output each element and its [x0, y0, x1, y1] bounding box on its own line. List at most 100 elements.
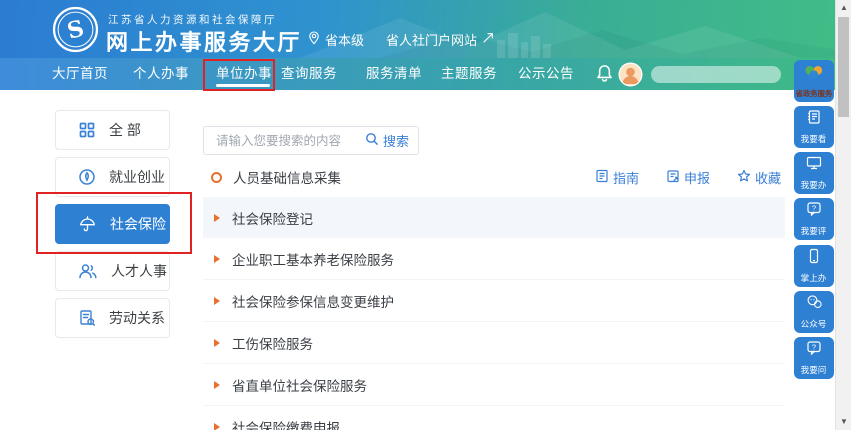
search-input[interactable] — [214, 132, 365, 149]
rail-button-gov-service[interactable]: 省政务服务 — [794, 60, 834, 102]
grid-icon — [78, 121, 96, 139]
expand-triangle-icon — [214, 213, 220, 222]
rail-button-ask[interactable]: ? 我要问 — [794, 337, 834, 379]
expand-triangle-icon — [214, 422, 220, 430]
portal-link-label: 省人社门户网站 — [386, 33, 478, 48]
external-link-icon — [482, 32, 494, 47]
document-search-icon — [78, 309, 96, 327]
sidebar-item-labor-relations[interactable]: 劳动关系 — [55, 298, 170, 338]
expand-triangle-icon — [214, 254, 220, 263]
guide-link[interactable]: 指南 — [595, 168, 639, 187]
portal-site-link[interactable]: 省人社门户网站 — [386, 30, 494, 49]
category-label: 社会保险参保信息变更维护 — [232, 294, 394, 310]
monitor-icon — [806, 155, 822, 176]
nav-tab-theme[interactable]: 主题服务 — [441, 58, 497, 90]
region-label: 省本级 — [325, 33, 365, 48]
category-row-social-insurance-registration[interactable]: 社会保险登记 — [203, 197, 785, 238]
guide-link-label: 指南 — [612, 170, 639, 186]
agency-logo-icon: S — [52, 6, 99, 58]
phone-icon — [806, 248, 822, 269]
expand-triangle-icon — [214, 338, 220, 347]
favorite-link-label: 收藏 — [754, 170, 781, 186]
category-label: 社会保险登记 — [232, 211, 313, 227]
star-icon — [737, 169, 751, 186]
category-row-pension-service[interactable]: 企业职工基本养老保险服务 — [203, 238, 785, 280]
sidebar-item-social-insurance[interactable]: 社会保险 — [55, 204, 170, 244]
featured-service-title[interactable]: 人员基础信息采集 — [233, 167, 341, 187]
category-label: 社会保险缴费申报 — [232, 420, 340, 430]
sidebar-item-label: 人才人事 — [111, 263, 167, 279]
sidebar-item-label: 全 部 — [109, 122, 141, 138]
category-label: 工伤保险服务 — [232, 336, 313, 352]
svg-text:?: ? — [812, 342, 816, 351]
location-pin-icon — [308, 31, 320, 48]
header-banner: S 江苏省人力资源和社会保障厅 网上办事服务大厅 省本级 省人社门户网站 — [0, 0, 851, 58]
rail-button-label: 我要办 — [801, 180, 827, 190]
declare-icon — [666, 169, 680, 186]
notification-bell-icon[interactable] — [594, 63, 615, 89]
active-tab-underline — [216, 84, 270, 87]
rail-button-evaluate[interactable]: ? 我要评 — [794, 198, 834, 240]
search-icon — [365, 132, 379, 149]
nav-tab-personal[interactable]: 个人办事 — [133, 58, 189, 90]
page: S 江苏省人力资源和社会保障厅 网上办事服务大厅 省本级 省人社门户网站 大厅首… — [0, 0, 851, 430]
gov-service-logo-icon — [803, 64, 825, 86]
search-button-label: 搜索 — [382, 134, 409, 149]
rail-button-label: 公众号 — [801, 319, 827, 329]
nav-tab-query[interactable]: 查询服务 — [281, 58, 337, 90]
category-row-info-change[interactable]: 社会保险参保信息变更维护 — [203, 280, 785, 322]
declare-link[interactable]: 申报 — [666, 168, 710, 187]
expand-triangle-icon — [214, 296, 220, 305]
user-avatar[interactable] — [618, 62, 643, 87]
rail-button-handle[interactable]: 我要办 — [794, 152, 834, 194]
orange-bullet-icon — [211, 171, 222, 183]
declare-link-label: 申报 — [683, 170, 710, 186]
rail-button-label: 省政务服务 — [795, 88, 833, 98]
rail-button-label: 掌上办 — [801, 273, 827, 283]
portal-title: 网上办事服务大厅 — [106, 30, 303, 55]
sidebar-item-label: 劳动关系 — [109, 310, 165, 326]
category-row-provincial-unit[interactable]: 省直单位社会保险服务 — [203, 364, 785, 406]
nav-tab-home[interactable]: 大厅首页 — [52, 58, 108, 90]
service-search-box: 搜索 — [203, 126, 419, 155]
sidebar-item-label: 就业创业 — [109, 169, 165, 185]
sidebar-item-talent[interactable]: 人才人事 — [55, 251, 170, 291]
nav-tab-notice[interactable]: 公示公告 — [518, 58, 574, 90]
region-selector[interactable]: 省本级 — [308, 30, 364, 49]
rail-button-label: 我要评 — [801, 226, 827, 236]
favorite-link[interactable]: 收藏 — [737, 168, 781, 187]
scrollbar-down-arrow[interactable]: ▼ — [836, 414, 851, 430]
username-redacted[interactable] — [651, 66, 781, 83]
question-bubble-icon: ? — [806, 340, 822, 361]
scrollbar-up-arrow[interactable]: ▲ — [836, 0, 851, 16]
rail-button-label: 我要问 — [801, 365, 827, 375]
svg-text:?: ? — [812, 203, 816, 212]
category-row-payment-declare[interactable]: 社会保险缴费申报 — [203, 406, 785, 430]
rail-button-mobile[interactable]: 掌上办 — [794, 245, 834, 287]
category-label: 企业职工基本养老保险服务 — [232, 252, 394, 268]
rail-button-read[interactable]: 我要看 — [794, 106, 834, 148]
question-bubble-icon: ? — [806, 201, 822, 222]
rail-button-wechat[interactable]: 公众号 — [794, 291, 834, 333]
umbrella-icon — [78, 215, 97, 234]
guide-icon — [595, 169, 609, 186]
rail-button-label: 我要看 — [801, 134, 827, 144]
featured-actions: 指南 申报 收藏 — [595, 168, 781, 187]
sidebar-item-employment[interactable]: 就业创业 — [55, 157, 170, 197]
search-button[interactable]: 搜索 — [365, 131, 409, 150]
svg-text:S: S — [65, 16, 87, 45]
list-doc-icon — [806, 109, 822, 130]
nav-tab-servicelist[interactable]: 服务清单 — [366, 58, 422, 90]
category-row-work-injury[interactable]: 工伤保险服务 — [203, 322, 785, 364]
sidebar-item-label: 社会保险 — [110, 216, 166, 232]
expand-triangle-icon — [214, 380, 220, 389]
service-category-list: 社会保险登记 企业职工基本养老保险服务 社会保险参保信息变更维护 工伤保险服务 … — [203, 197, 785, 430]
wechat-icon — [806, 294, 823, 315]
vertical-scrollbar[interactable]: ▲ ▼ — [835, 0, 851, 430]
scrollbar-thumb[interactable] — [838, 17, 849, 117]
category-label: 省直单位社会保险服务 — [232, 378, 367, 394]
people-icon — [78, 262, 98, 280]
employment-icon — [78, 168, 96, 186]
sidebar-item-all[interactable]: 全 部 — [55, 110, 170, 150]
featured-service-row: 人员基础信息采集 指南 申报 收藏 — [203, 160, 785, 194]
